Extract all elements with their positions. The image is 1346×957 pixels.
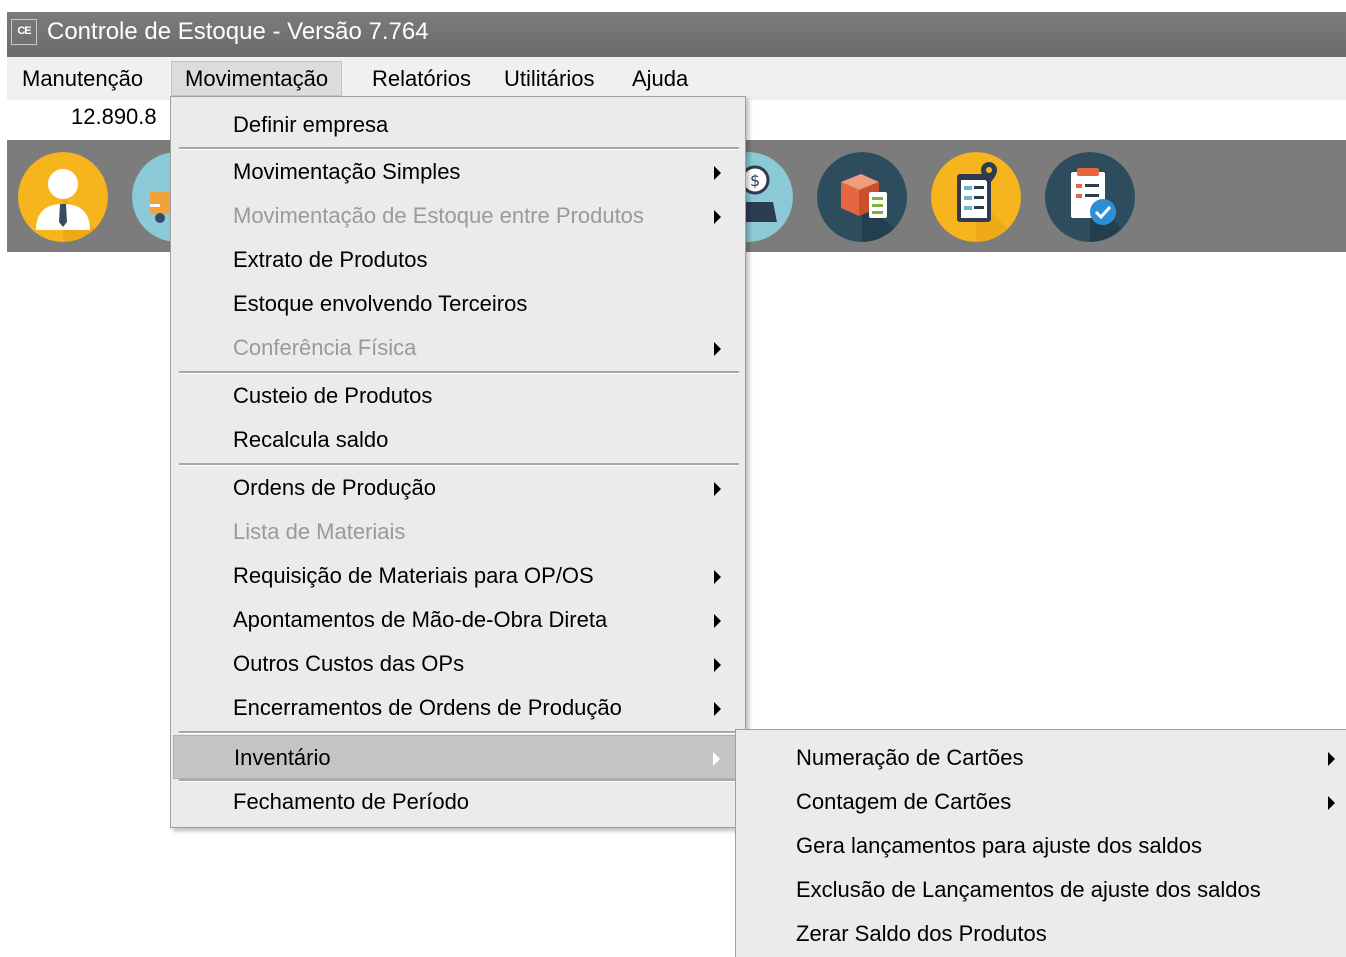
menu-item-extrato-produtos[interactable]: Extrato de Produtos [173, 238, 741, 282]
menu-separator [179, 731, 739, 734]
submenu-arrow-icon [714, 342, 721, 356]
menu-item-label: Estoque envolvendo Terceiros [233, 291, 528, 316]
submenu-item-zerar-saldo[interactable]: Zerar Saldo dos Produtos [736, 912, 1345, 956]
menu-relatorios[interactable]: Relatórios [359, 61, 484, 96]
menu-item-label: Requisição de Materiais para OP/OS [233, 563, 594, 588]
menu-item-label: Conferência Física [233, 335, 417, 360]
user-icon[interactable] [18, 152, 108, 242]
menu-item-outros-custos-ops[interactable]: Outros Custos das OPs [173, 642, 741, 686]
submenu-item-gera-lancamentos[interactable]: Gera lançamentos para ajuste dos saldos [736, 824, 1345, 868]
menu-item-movimentacao-simples[interactable]: Movimentação Simples [173, 150, 741, 194]
submenu-arrow-icon [714, 210, 721, 224]
menu-utilitarios[interactable]: Utilitários [491, 61, 607, 96]
menu-item-label: Apontamentos de Mão-de-Obra Direta [233, 607, 608, 632]
submenu-arrow-icon [1328, 752, 1335, 766]
title-bar[interactable]: CE Controle de Estoque - Versão 7.764 [7, 12, 1346, 57]
info-value: 12.890.8 [71, 104, 157, 129]
menu-item-definir-empresa[interactable]: Definir empresa [173, 103, 741, 147]
box-checklist-icon[interactable] [817, 152, 907, 242]
menu-item-label: Contagem de Cartões [796, 789, 1012, 814]
window-title: Controle de Estoque - Versão 7.764 [47, 18, 429, 45]
menu-item-label: Custeio de Produtos [233, 383, 433, 408]
menu-item-label: Numeração de Cartões [796, 745, 1024, 770]
menu-item-label: Lista de Materiais [233, 519, 406, 544]
menu-item-fechamento-periodo[interactable]: Fechamento de Período [173, 780, 741, 824]
menu-item-label: Ordens de Produção [233, 475, 437, 500]
submenu-arrow-icon [713, 752, 720, 766]
submenu-arrow-icon [714, 166, 721, 180]
menu-item-recalcula-saldo[interactable]: Recalcula saldo [173, 418, 741, 462]
menu-item-label: Inventário [234, 745, 331, 770]
submenu-arrow-icon [714, 658, 721, 672]
menu-item-label: Recalcula saldo [233, 427, 389, 452]
app-logo: CE [11, 19, 37, 45]
menu-bar: Manutenção Movimentação Relatórios Utili… [7, 57, 1346, 100]
menu-item-apontamentos-mao-obra[interactable]: Apontamentos de Mão-de-Obra Direta [173, 598, 741, 642]
menu-item-label: Outros Custos das OPs [233, 651, 465, 676]
submenu-arrow-icon [1328, 796, 1335, 810]
menu-item-label: Fechamento de Período [233, 789, 470, 814]
menu-item-label: Exclusão de Lançamentos de ajuste dos sa… [796, 877, 1261, 902]
menu-item-label: Movimentação de Estoque entre Produtos [233, 203, 644, 228]
menu-ajuda[interactable]: Ajuda [619, 61, 701, 96]
submenu-arrow-icon [714, 614, 721, 628]
svg-text:$: $ [750, 171, 760, 190]
inventario-submenu: Numeração de Cartões Contagem de Cartões… [735, 729, 1346, 957]
menu-item-mov-estoque-entre-produtos: Movimentação de Estoque entre Produtos [173, 194, 741, 238]
menu-item-custeio-produtos[interactable]: Custeio de Produtos [173, 374, 741, 418]
menu-manutencao[interactable]: Manutenção [9, 61, 156, 96]
submenu-item-contagem-cartoes[interactable]: Contagem de Cartões [736, 780, 1345, 824]
submenu-arrow-icon [714, 482, 721, 496]
submenu-item-exclusao-lancamentos[interactable]: Exclusão de Lançamentos de ajuste dos sa… [736, 868, 1345, 912]
submenu-item-numeracao-cartoes[interactable]: Numeração de Cartões [736, 736, 1345, 780]
menu-item-label: Encerramentos de Ordens de Produção [233, 695, 622, 720]
menu-movimentacao[interactable]: Movimentação [171, 61, 343, 96]
menu-item-label: Movimentação Simples [233, 159, 461, 184]
movimentacao-dropdown: Definir empresa Movimentação Simples Mov… [170, 96, 746, 828]
menu-item-encerramentos-ordens[interactable]: Encerramentos de Ordens de Produção [173, 686, 741, 730]
menu-item-estoque-terceiros[interactable]: Estoque envolvendo Terceiros [173, 282, 741, 326]
menu-item-requisicao-materiais[interactable]: Requisição de Materiais para OP/OS [173, 554, 741, 598]
menu-item-lista-materiais: Lista de Materiais [173, 510, 741, 554]
menu-item-label: Zerar Saldo dos Produtos [796, 921, 1047, 946]
submenu-arrow-icon [714, 570, 721, 584]
menu-item-inventario[interactable]: Inventário [173, 735, 741, 779]
menu-item-ordens-producao[interactable]: Ordens de Produção [173, 466, 741, 510]
menu-item-conferencia-fisica: Conferência Física [173, 326, 741, 370]
menu-item-label: Extrato de Produtos [233, 247, 428, 272]
report-check-icon[interactable] [1045, 152, 1135, 242]
submenu-arrow-icon [714, 702, 721, 716]
clipboard-location-icon[interactable] [931, 152, 1021, 242]
menu-item-label: Definir empresa [233, 112, 389, 137]
menu-item-label: Gera lançamentos para ajuste dos saldos [796, 833, 1203, 858]
